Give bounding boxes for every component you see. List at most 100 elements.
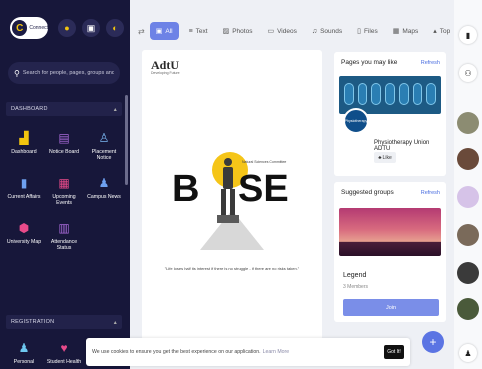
filter-top[interactable]: ▴ Top	[428, 24, 455, 38]
filter-maps[interactable]: ▦ Maps	[388, 24, 424, 38]
nav-label: Personal	[13, 359, 35, 365]
search-input[interactable]	[22, 70, 114, 76]
filter-text[interactable]: ≡ Text	[184, 25, 213, 38]
people-icon[interactable]: ⚇	[459, 64, 477, 82]
banner-figure-icon	[398, 83, 409, 105]
search-bar[interactable]: ⚲	[8, 62, 120, 84]
avatar[interactable]	[457, 112, 479, 134]
filter-label: All	[165, 27, 173, 35]
search-icon: ⚲	[14, 68, 20, 78]
nav-notice-board[interactable]: ▤ Notice Board	[44, 130, 84, 161]
feed-post[interactable]: AdtU Developing Future B SE Natural Scie…	[142, 50, 322, 340]
nav-dashboard[interactable]: ▟ Dashboard	[4, 130, 44, 161]
group-members: 3 Members	[343, 284, 369, 290]
thumbs-up-icon: ♣	[378, 154, 382, 161]
nav-campus-news[interactable]: ♟ Campus News	[84, 175, 124, 206]
page-logo[interactable]: Physiotherapy	[343, 108, 369, 134]
cookie-banner: We use cookies to ensure you get the bes…	[86, 338, 410, 366]
right-rail: ▮ ⚇ ♟	[454, 0, 482, 369]
banner-figure-icon	[426, 83, 437, 105]
videos-icon: ▭	[267, 28, 275, 35]
filter-files[interactable]: ▯ Files	[352, 24, 383, 38]
nav-label: Placement Notice	[91, 149, 117, 161]
nav-university-map[interactable]: ⬢ University Map	[4, 220, 44, 251]
dashboard-icon: ▟	[19, 131, 29, 145]
nav-upcoming-events[interactable]: ▦ Upcoming Events	[44, 175, 84, 206]
nav-label: Student Health	[46, 359, 82, 365]
pages-refresh-link[interactable]: Refresh	[421, 60, 440, 66]
create-post-button[interactable]: +	[422, 331, 444, 353]
section-registration[interactable]: REGISTRATION ▴	[6, 315, 122, 329]
like-button[interactable]: ♣ Like	[374, 152, 396, 163]
nav-label: Notice Board	[49, 149, 79, 155]
user-settings-icon[interactable]: ♟	[459, 344, 477, 362]
filter-videos[interactable]: ▭ Videos	[262, 24, 301, 38]
health-icon: ♥	[60, 341, 68, 355]
page-name[interactable]: Physiotherapy Union ADTU	[374, 140, 446, 152]
nav-label: University Map	[6, 239, 42, 245]
groups-refresh-link[interactable]: Refresh	[421, 190, 440, 196]
filter-sounds[interactable]: ♫ Sounds	[307, 25, 347, 38]
header-icons: ● ▣ ◐	[58, 19, 124, 37]
join-button[interactable]: Join	[343, 299, 439, 316]
group-cover-image[interactable]	[339, 208, 441, 256]
cookie-learn-more-link[interactable]: Learn More	[263, 349, 290, 355]
app-root: C Connect ● ▣ ◐ ⚲ DASHBOARD ▴ ▟ Dashboar…	[0, 0, 482, 369]
groups-card-title: Suggested groups	[341, 189, 394, 196]
post-title-right: SE	[238, 168, 289, 210]
banner-figure-icon	[371, 83, 382, 105]
avatar[interactable]	[457, 224, 479, 246]
group-name[interactable]: Legend	[343, 272, 366, 279]
filter-label: Photos	[232, 27, 253, 35]
banner-figure-icon	[344, 83, 354, 105]
all-icon: ▣	[155, 28, 163, 35]
filter-label: Videos	[277, 27, 297, 35]
section-dashboard[interactable]: DASHBOARD ▴	[6, 102, 122, 116]
nav-label: Current Affairs	[7, 194, 41, 200]
banner-figure-icon	[385, 83, 395, 105]
caret-up-icon: ▴	[433, 28, 437, 35]
id-card-icon[interactable]: ▣	[82, 19, 100, 37]
files-icon: ▯	[357, 28, 361, 35]
logo-text: Connect	[29, 25, 48, 31]
notice-board-icon: ▤	[58, 131, 70, 145]
sidebar-header: C Connect ● ▣ ◐	[10, 14, 124, 42]
nav-attendance-status[interactable]: ▥ Attendance Status	[44, 220, 84, 251]
sidebar-scrollbar[interactable]	[125, 95, 128, 185]
chevron-up-icon[interactable]: ▴	[114, 319, 117, 326]
app-logo[interactable]: C Connect	[10, 17, 48, 39]
messages-icon[interactable]: ▮	[459, 26, 477, 44]
sidebar: C Connect ● ▣ ◐ ⚲ DASHBOARD ▴ ▟ Dashboar…	[0, 0, 130, 369]
section-dashboard-label: DASHBOARD	[11, 106, 48, 112]
nav-personal[interactable]: ♟ Personal	[4, 340, 44, 365]
nav-student-health[interactable]: ♥ Student Health	[44, 340, 84, 365]
avatar[interactable]	[457, 186, 479, 208]
attendance-icon: ▥	[58, 221, 70, 235]
avatar[interactable]	[457, 262, 479, 284]
nav-current-affairs[interactable]: ▮ Current Affairs	[4, 175, 44, 206]
lightbulb-icon[interactable]: ●	[58, 19, 76, 37]
pages-card-title: Pages you may like	[341, 59, 398, 66]
cookie-accept-button[interactable]: Got It!	[384, 345, 404, 359]
shuffle-icon[interactable]: ⇄	[138, 27, 145, 36]
cookie-text: We use cookies to ensure you get the bes…	[92, 349, 261, 355]
filter-label: Text	[195, 27, 208, 35]
post-quote: "Life loses half its interest if there i…	[164, 266, 300, 271]
user-badge-icon[interactable]: ◐	[106, 19, 124, 37]
filter-bar: ⇄ ▣ All ≡ Text ▨ Photos ▭ Videos ♫ Sound…	[130, 20, 450, 42]
filter-all[interactable]: ▣ All	[149, 22, 179, 40]
nav-placement-notice[interactable]: ♙ Placement Notice	[84, 130, 124, 161]
person-icon: ♟	[18, 341, 30, 355]
banner-figure-icon	[412, 83, 423, 105]
avatar[interactable]	[457, 148, 479, 170]
nav-label: Upcoming Events	[52, 194, 76, 206]
section-registration-label: REGISTRATION	[11, 319, 55, 325]
filter-label: Top	[439, 27, 451, 35]
filter-label: Maps	[402, 27, 419, 35]
nav-label: Campus News	[87, 194, 121, 200]
filter-photos[interactable]: ▨ Photos	[218, 24, 258, 38]
avatar[interactable]	[457, 298, 479, 320]
placement-icon: ♙	[98, 131, 110, 145]
calendar-icon: ▦	[58, 176, 70, 190]
chevron-up-icon[interactable]: ▴	[114, 106, 117, 113]
